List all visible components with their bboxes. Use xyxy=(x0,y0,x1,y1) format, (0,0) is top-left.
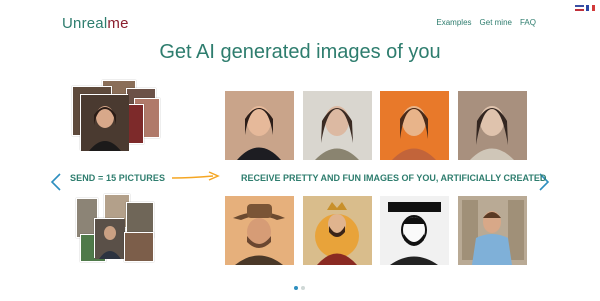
input-photo-main xyxy=(94,218,125,259)
generated-image-2[interactable] xyxy=(303,91,372,160)
send-label: SEND = 15 PICTURES xyxy=(70,173,166,183)
nav-faq[interactable]: FAQ xyxy=(520,18,536,27)
flag-icon-2[interactable] xyxy=(586,5,595,11)
input-photos-stack-bottom xyxy=(76,194,158,266)
receive-label: RECEIVE PRETTY AND FUN IMAGES OF YOU, AR… xyxy=(241,173,547,183)
input-photo-main xyxy=(80,94,129,151)
right-arrow-icon xyxy=(171,171,220,181)
generated-image-5[interactable] xyxy=(225,196,294,265)
brand-name-part2: me xyxy=(107,15,129,32)
carousel-dot-1[interactable] xyxy=(294,286,298,290)
generated-image-6[interactable] xyxy=(303,196,372,265)
input-photo xyxy=(124,232,154,262)
top-nav: Examples Get mine FAQ xyxy=(436,18,536,27)
chevron-left-icon[interactable] xyxy=(49,172,63,192)
generated-image-3[interactable] xyxy=(380,91,449,160)
nav-get-mine[interactable]: Get mine xyxy=(480,18,512,27)
generated-image-1[interactable] xyxy=(225,91,294,160)
language-switcher[interactable] xyxy=(575,5,595,11)
carousel-dot-2[interactable] xyxy=(301,286,305,290)
page-headline: Get AI generated images of you xyxy=(159,41,441,63)
nav-examples[interactable]: Examples xyxy=(436,18,471,27)
landing-page: Unrealme Examples Get mine FAQ Get AI ge… xyxy=(0,0,600,301)
brand-name-part1: Unreal xyxy=(62,15,108,32)
brand-logo[interactable]: Unrealme xyxy=(62,15,129,32)
generated-image-8[interactable] xyxy=(458,196,527,265)
carousel-pagination xyxy=(294,286,305,290)
generated-image-7[interactable] xyxy=(380,196,449,265)
input-photos-stack-top xyxy=(70,78,162,154)
flag-icon-1[interactable] xyxy=(575,5,584,11)
generated-image-4[interactable] xyxy=(458,91,527,160)
